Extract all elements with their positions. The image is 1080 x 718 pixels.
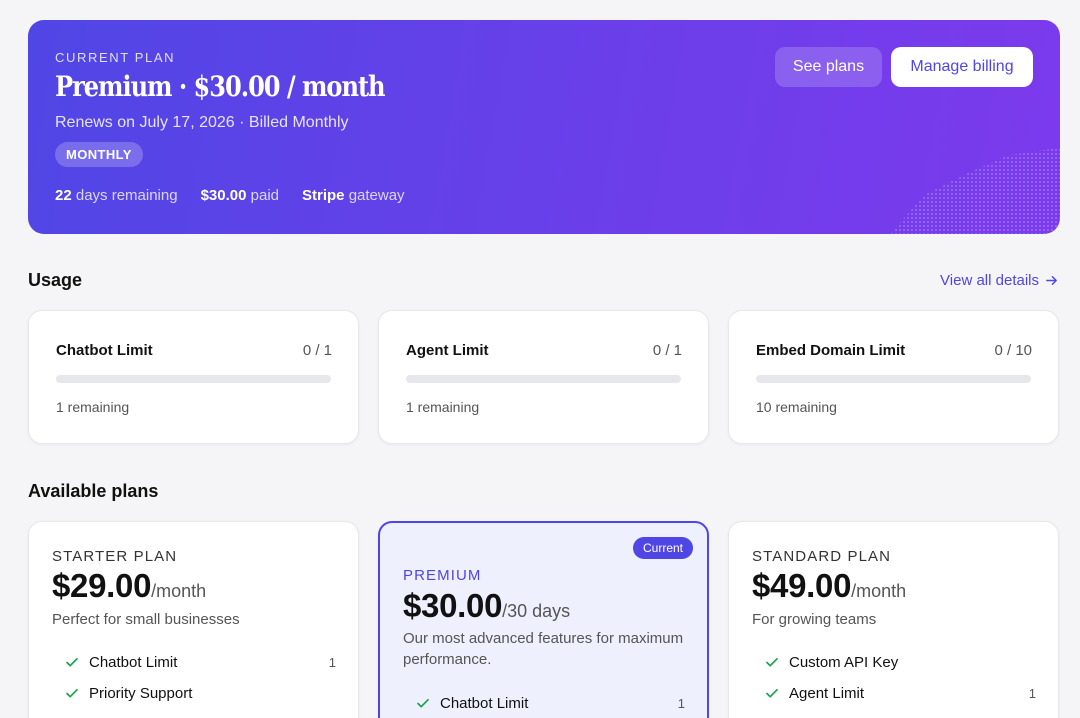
- current-plan-title: Premium · $30.00 / month: [55, 70, 386, 103]
- plan-name: STARTER PLAN: [52, 548, 178, 565]
- view-all-details-link[interactable]: View all details: [940, 272, 1058, 289]
- plan-feature-label: Custom API Key: [789, 654, 899, 671]
- arrow-right-icon: [1046, 276, 1057, 285]
- plan-price-amount: $49.00: [752, 567, 852, 604]
- usage-remaining: 1 remaining: [56, 399, 130, 415]
- usage-card: Embed Domain Limit 0 / 10 10 remaining: [728, 310, 1059, 444]
- plan-card-current[interactable]: Current PREMIUM $30.00/30 days Our most adv…: [378, 521, 709, 718]
- plan-price: $29.00/month: [52, 567, 206, 605]
- usage-limit-name: Chatbot Limit: [56, 342, 153, 359]
- plan-feature: Chatbot Limit 1: [417, 688, 685, 718]
- plan-feature-value: 1: [328, 655, 336, 670]
- plan-price: $30.00/30 days: [403, 587, 570, 625]
- plan-price-period: /30 days: [502, 601, 571, 621]
- plan-feature: Chatbot Limit1: [789, 709, 1036, 718]
- usage-card: Chatbot Limit 0 / 1 1 remaining: [28, 310, 359, 444]
- usage-progress-bar: [406, 375, 681, 383]
- plan-description: Our most advanced features for maximum p…: [403, 630, 684, 668]
- plan-feature-label: Priority Support: [89, 685, 193, 702]
- plan-features: Chatbot Limit 1 Priority Support Custom API…: [66, 647, 336, 718]
- plan-price-amount: $30.00: [403, 587, 503, 624]
- plan-feature: Custom API Key: [89, 709, 336, 718]
- usage-count: 0 / 1: [302, 342, 332, 359]
- current-plan-eyebrow: CURRENT PLAN: [55, 50, 176, 65]
- plan-features: Chatbot Limit 1: [417, 688, 685, 718]
- available-plans-heading: Available plans: [28, 481, 159, 501]
- usage-progress-bar: [56, 375, 331, 383]
- usage-heading: Usage: [28, 270, 83, 290]
- usage-remaining: 10 remaining: [756, 399, 837, 415]
- plan-name: PREMIUM: [403, 567, 482, 584]
- plan-feature: Agent Limit 1: [766, 678, 1036, 709]
- plan-price-period: /month: [851, 581, 907, 601]
- plan-price-period: /month: [151, 581, 207, 601]
- usage-limit-name: Embed Domain Limit: [756, 342, 906, 359]
- plan-feature-label: Chatbot Limit: [440, 695, 529, 712]
- plan-description: For growing teams: [752, 611, 877, 628]
- plan-feature-value: 1: [1028, 686, 1036, 701]
- current-plan-banner: CURRENT PLAN Premium · $30.00 / month Re…: [28, 20, 1060, 234]
- see-plans-button[interactable]: See plans: [775, 47, 882, 87]
- plan-feature: Priority Support: [66, 678, 336, 709]
- plan-price-amount: $29.00: [52, 567, 152, 604]
- plan-feature-value: 1: [677, 696, 685, 711]
- plan-name: STANDARD PLAN: [752, 548, 892, 565]
- usage-progress-bar: [756, 375, 1031, 383]
- plan-feature: Chatbot Limit 1: [66, 647, 336, 678]
- plan-features: Custom API Key Agent Limit 1 Chatbot Limit1: [766, 647, 1036, 718]
- plan-card[interactable]: STARTER PLAN $29.00/month Perfect for smal…: [28, 521, 359, 718]
- check-icon: [766, 657, 778, 667]
- banner-texture: [890, 148, 1060, 234]
- amount-paid-stat: $30.00 paid: [200, 187, 279, 204]
- check-icon: [66, 688, 78, 698]
- current-plan-tag: Current: [632, 537, 693, 559]
- usage-card: Agent Limit 0 / 1 1 remaining: [378, 310, 709, 444]
- usage-remaining: 1 remaining: [406, 399, 480, 415]
- plan-feature-label: Chatbot Limit: [89, 654, 178, 671]
- plan-feature: Custom API Key: [766, 647, 1036, 678]
- billing-cycle-badge: MONTHLY: [55, 142, 143, 167]
- renewal-info: Renews on July 17, 2026 · Billed Monthly: [55, 114, 349, 131]
- check-icon: [66, 657, 78, 667]
- plan-description: Perfect for small businesses: [52, 611, 240, 628]
- manage-billing-button[interactable]: Manage billing: [891, 47, 1033, 87]
- usage-limit-name: Agent Limit: [406, 342, 489, 359]
- usage-count: 0 / 1: [652, 342, 682, 359]
- plan-price: $49.00/month: [752, 567, 906, 605]
- view-all-details-label: View all details: [940, 272, 1039, 289]
- days-remaining-stat: 22 days remaining: [55, 187, 178, 204]
- check-icon: [417, 698, 429, 708]
- plan-card[interactable]: STANDARD PLAN $49.00/month For growing tea…: [728, 521, 1059, 718]
- gateway-stat: Stripe gateway: [302, 187, 405, 204]
- plan-stats: 22 days remaining $30.00 paid Stripe gat…: [55, 187, 405, 204]
- check-icon: [766, 688, 778, 698]
- usage-count: 0 / 10: [994, 342, 1032, 359]
- plan-feature-label: Agent Limit: [789, 685, 865, 702]
